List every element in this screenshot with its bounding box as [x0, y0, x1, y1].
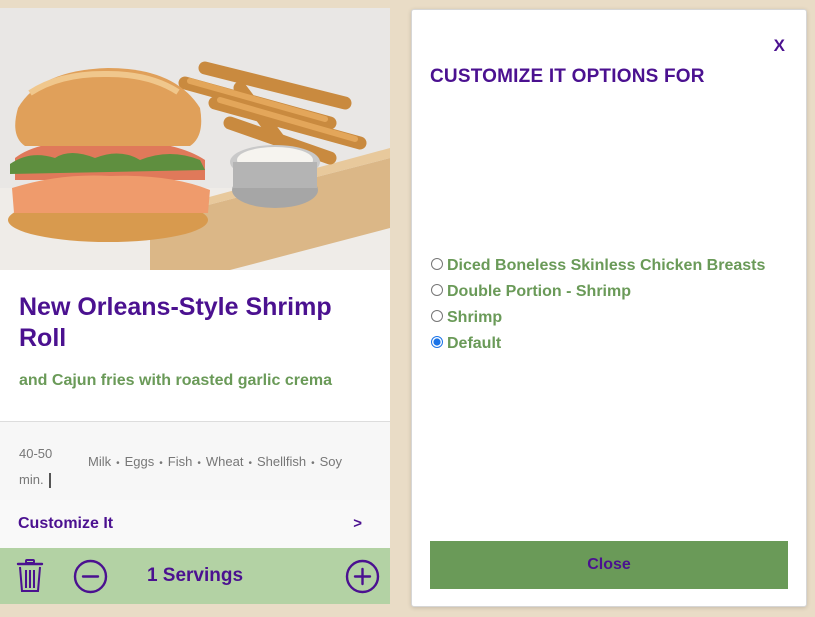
allergen-item: Eggs — [124, 454, 155, 469]
bullet-separator: • — [248, 458, 252, 469]
customize-options-list: Diced Boneless Skinless Chicken Breasts … — [430, 253, 770, 357]
customize-it-link[interactable]: Customize It > — [0, 500, 390, 548]
close-button[interactable]: Close — [430, 541, 788, 589]
option-label: Default — [447, 335, 502, 352]
option-radio[interactable] — [431, 284, 443, 296]
allergen-item: Wheat — [205, 454, 244, 469]
allergen-item: Fish — [167, 454, 193, 469]
cook-time: 40-50 min. — [19, 441, 69, 493]
option-label: Double Portion - Shrimp — [447, 283, 631, 300]
separator-bar — [48, 473, 51, 489]
option-default[interactable]: Default — [430, 331, 770, 357]
allergen-list: Milk • Eggs • Fish • Wheat • Shellfish • Soy — [88, 454, 342, 469]
recipe-photo — [0, 8, 390, 270]
bullet-separator: • — [116, 458, 120, 469]
servings-bar: 1 Servings — [0, 548, 390, 604]
option-double-shrimp[interactable]: Double Portion - Shrimp — [430, 279, 770, 305]
close-icon[interactable]: X — [774, 36, 785, 56]
allergen-item: Soy — [319, 454, 343, 469]
cook-time-unit: min. — [19, 472, 44, 487]
modal-title: CUSTOMIZE IT OPTIONS FOR — [430, 66, 705, 87]
bullet-separator: • — [311, 458, 315, 469]
allergen-item: Milk — [88, 454, 112, 469]
chevron-right-icon: > — [353, 515, 362, 532]
plus-circle-icon[interactable] — [345, 559, 380, 594]
allergen-item: Shellfish — [256, 454, 307, 469]
customize-options-modal: X CUSTOMIZE IT OPTIONS FOR Diced Boneles… — [411, 9, 807, 607]
option-label: Shrimp — [447, 309, 503, 326]
recipe-card: New Orleans-Style Shrimp Roll and Cajun … — [0, 8, 390, 604]
option-radio[interactable] — [431, 310, 443, 322]
option-shrimp[interactable]: Shrimp — [430, 305, 770, 331]
option-radio[interactable] — [431, 336, 443, 348]
recipe-info: 40-50 min. Milk • Eggs • Fish • Wheat • Shellfis… — [0, 421, 390, 502]
option-diced-chicken[interactable]: Diced Boneless Skinless Chicken Breasts — [430, 253, 770, 279]
cook-time-range: 40-50 — [19, 446, 53, 461]
bullet-separator: • — [159, 458, 163, 469]
customize-it-label: Customize It — [18, 515, 114, 532]
recipe-subtitle: and Cajun fries with roasted garlic crem… — [19, 372, 332, 389]
bullet-separator: • — [197, 458, 201, 469]
recipe-title: New Orleans-Style Shrimp Roll — [19, 293, 332, 352]
option-label: Diced Boneless Skinless Chicken Breasts — [447, 257, 766, 274]
option-radio[interactable] — [431, 258, 443, 270]
servings-count: 1 Servings — [146, 565, 244, 586]
